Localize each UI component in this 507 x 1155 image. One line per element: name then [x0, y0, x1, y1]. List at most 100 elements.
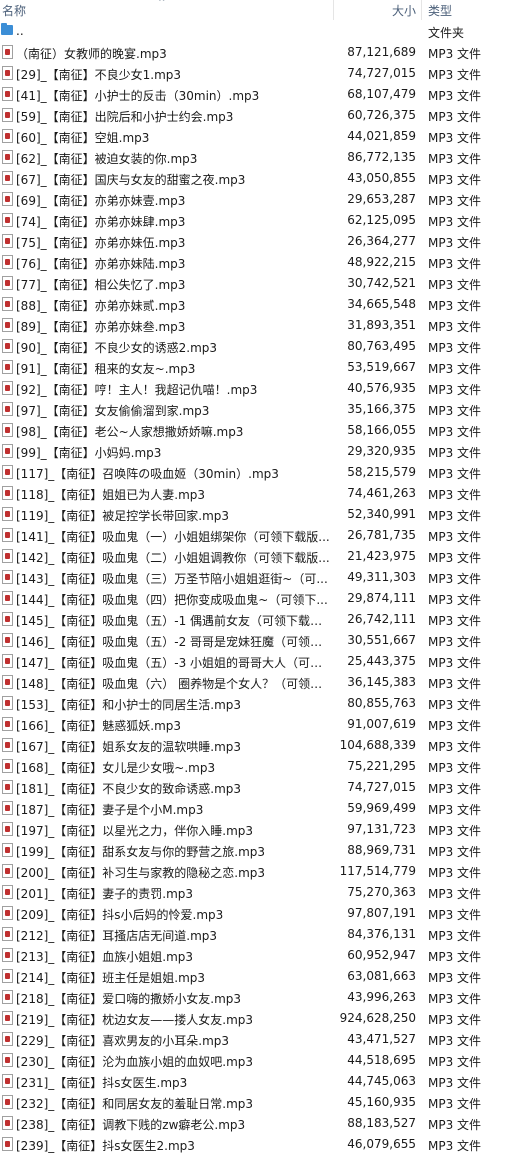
file-row[interactable]: [117]_【南征】召唤阵の吸血姬（30min）.mp3 58,215,579 MP… [0, 462, 507, 483]
file-row[interactable]: [59]_【南征】出院后和小护士约会.mp3 60,726,375 MP3 文件 [0, 105, 507, 126]
file-type: MP3 文件 [428, 698, 482, 712]
file-row[interactable]: [41]_【南征】小护士的反击（30min）.mp3 68,107,479 MP3 … [0, 84, 507, 105]
file-type: MP3 文件 [428, 467, 482, 481]
file-type: MP3 文件 [428, 236, 482, 250]
file-name: [76]_【南征】亦弟亦妹陆.mp3 [16, 257, 186, 271]
file-row[interactable]: [146]_【南征】吸血鬼（五）-2 哥哥是宠妹狂魔（可领下... 30,551,… [0, 630, 507, 651]
file-row[interactable]: [97]_【南征】女友偷偷溜到家.mp3 35,166,375 MP3 文件 [0, 399, 507, 420]
file-row[interactable]: [89]_【南征】亦弟亦妹叁.mp3 31,893,351 MP3 文件 [0, 315, 507, 336]
file-row[interactable]: [69]_【南征】亦弟亦妹壹.mp3 29,653,287 MP3 文件 [0, 189, 507, 210]
mp3-file-icon [2, 87, 13, 101]
file-row[interactable]: [212]_【南征】耳搔店店无间道.mp3 84,376,131 MP3 文件 [0, 924, 507, 945]
file-row[interactable]: [181]_【南征】不良少女的致命诱惑.mp3 74,727,015 MP3 文件 [0, 777, 507, 798]
file-row[interactable]: [148]_【南征】吸血鬼（六） 圈养物是个女人？（可领下... 36,145,3… [0, 672, 507, 693]
file-size: 74,461,263 [347, 486, 416, 500]
mp3-file-icon [2, 423, 13, 437]
mp3-file-icon [2, 108, 13, 122]
file-row[interactable]: [144]_【南征】吸血鬼（四）把你变成吸血鬼~（可领下... 29,874,11… [0, 588, 507, 609]
file-name: [29]_【南征】不良少女1.mp3 [16, 68, 182, 82]
file-row[interactable]: [229]_【南征】喜欢男友的小耳朵.mp3 43,471,527 MP3 文件 [0, 1029, 507, 1050]
file-size: 29,653,287 [347, 192, 416, 206]
file-row[interactable]: [231]_【南征】抖s女医生.mp3 44,745,063 MP3 文件 [0, 1071, 507, 1092]
file-row[interactable]: [60]_【南征】空姐.mp3 44,021,859 MP3 文件 [0, 126, 507, 147]
file-name: [118]_【南征】姐姐已为人妻.mp3 [16, 488, 206, 502]
file-type: MP3 文件 [428, 131, 482, 145]
file-row[interactable]: [98]_【南征】老公~人家想撒娇娇嘛.mp3 58,166,055 MP3 文件 [0, 420, 507, 441]
file-row[interactable]: [232]_【南征】和同居女友的羞耻日常.mp3 45,160,935 MP3 文件 [0, 1092, 507, 1113]
file-size: 84,376,131 [347, 927, 416, 941]
mp3-file-icon [2, 360, 13, 374]
file-row[interactable]: [166]_【南征】魅惑狐妖.mp3 91,007,619 MP3 文件 [0, 714, 507, 735]
file-size: 88,183,527 [347, 1116, 416, 1130]
file-name: [90]_【南征】不良少女的诱惑2.mp3 [16, 341, 218, 355]
mp3-file-icon [2, 570, 13, 584]
file-row[interactable]: [99]_【南征】小妈妈.mp3 29,320,935 MP3 文件 [0, 441, 507, 462]
file-row[interactable]: [77]_【南征】相公失忆了.mp3 30,742,521 MP3 文件 [0, 273, 507, 294]
column-header-name[interactable]: 名称 [2, 2, 26, 19]
mp3-file-icon [2, 381, 13, 395]
file-type: MP3 文件 [428, 257, 482, 271]
file-size: 58,166,055 [347, 423, 416, 437]
file-row[interactable]: [141]_【南征】吸血鬼（一）小姐姐绑架你（可领下载版... 26,781,73… [0, 525, 507, 546]
parent-folder-row[interactable]: .. 文件夹 [0, 21, 507, 42]
file-row[interactable]: [75]_【南征】亦弟亦妹伍.mp3 26,364,277 MP3 文件 [0, 231, 507, 252]
file-row[interactable]: [238]_【南征】调教下贱的zw癖老公.mp3 88,183,527 MP3 文件 [0, 1113, 507, 1134]
mp3-file-icon [2, 612, 13, 626]
file-name: [209]_【南征】抖s小后妈的怜爱.mp3 [16, 908, 224, 922]
file-row[interactable]: [145]_【南征】吸血鬼（五）-1 偶遇前女友（可领下载版... 26,742,… [0, 609, 507, 630]
column-header-size[interactable]: 大小 [392, 2, 416, 19]
file-name: [214]_【南征】班主任是姐姐.mp3 [16, 971, 206, 985]
file-row[interactable]: [118]_【南征】姐姐已为人妻.mp3 74,461,263 MP3 文件 [0, 483, 507, 504]
file-row[interactable]: [29]_【南征】不良少女1.mp3 74,727,015 MP3 文件 [0, 63, 507, 84]
file-row[interactable]: [153]_【南征】和小护士的同居生活.mp3 80,855,763 MP3 文件 [0, 693, 507, 714]
mp3-file-icon [2, 234, 13, 248]
file-type: MP3 文件 [428, 761, 482, 775]
mp3-file-icon [2, 171, 13, 185]
file-row[interactable]: [74]_【南征】亦弟亦妹肆.mp3 62,125,095 MP3 文件 [0, 210, 507, 231]
file-row[interactable]: [67]_【南征】国庆与女友的甜蜜之夜.mp3 43,050,855 MP3 文件 [0, 168, 507, 189]
file-type: MP3 文件 [428, 803, 482, 817]
column-header-bar: 名称 ^ 大小 类型 [0, 0, 507, 20]
file-row[interactable]: [91]_【南征】租来的女友~.mp3 53,519,667 MP3 文件 [0, 357, 507, 378]
file-name: [67]_【南征】国庆与女友的甜蜜之夜.mp3 [16, 173, 246, 187]
file-type: MP3 文件 [428, 194, 482, 208]
file-row[interactable]: [92]_【南征】哼！主人！我超记仇喵！.mp3 40,576,935 MP3 文件 [0, 378, 507, 399]
file-type: MP3 文件 [428, 404, 482, 418]
file-row[interactable]: [142]_【南征】吸血鬼（二）小姐姐调教你（可领下载版... 21,423,97… [0, 546, 507, 567]
column-header-type[interactable]: 类型 [428, 2, 452, 19]
file-type: MP3 文件 [428, 1055, 482, 1069]
file-row[interactable]: [143]_【南征】吸血鬼（三）万圣节陪小姐姐逛街~（可... 49,311,30… [0, 567, 507, 588]
file-row[interactable]: [88]_【南征】亦弟亦妹贰.mp3 34,665,548 MP3 文件 [0, 294, 507, 315]
file-row[interactable]: [62]_【南征】被迫女装的你.mp3 86,772,135 MP3 文件 [0, 147, 507, 168]
column-divider[interactable] [333, 0, 334, 20]
file-row[interactable]: [200]_【南征】补习生与家教的隐秘之恋.mp3 117,514,779 MP3 … [0, 861, 507, 882]
file-row[interactable]: [187]_【南征】妻子是个小M.mp3 59,969,499 MP3 文件 [0, 798, 507, 819]
file-row[interactable]: [90]_【南征】不良少女的诱惑2.mp3 80,763,495 MP3 文件 [0, 336, 507, 357]
file-row[interactable]: [219]_【南征】枕边女友——搂人女友.mp3 924,628,250 MP3 文… [0, 1008, 507, 1029]
file-row[interactable]: [239]_【南征】抖s女医生2.mp3 46,079,655 MP3 文件 [0, 1134, 507, 1155]
file-name: [98]_【南征】老公~人家想撒娇娇嘛.mp3 [16, 425, 244, 439]
file-row[interactable]: [213]_【南征】血族小姐姐.mp3 60,952,947 MP3 文件 [0, 945, 507, 966]
file-row[interactable]: [199]_【南征】甜系女友与你的野营之旅.mp3 88,969,731 MP3 文… [0, 840, 507, 861]
file-row[interactable]: [147]_【南征】吸血鬼（五）-3 小姐姐的哥哥大人（可领... 25,443,… [0, 651, 507, 672]
file-row[interactable]: [209]_【南征】抖s小后妈的怜爱.mp3 97,807,191 MP3 文件 [0, 903, 507, 924]
column-divider[interactable] [421, 0, 422, 20]
file-row[interactable]: [230]_【南征】沦为血族小姐的血奴吧.mp3 44,518,695 MP3 文件 [0, 1050, 507, 1071]
file-row[interactable]: （南征）女教师的晚宴.mp3 87,121,689 MP3 文件 [0, 42, 507, 63]
file-row[interactable]: [76]_【南征】亦弟亦妹陆.mp3 48,922,215 MP3 文件 [0, 252, 507, 273]
mp3-file-icon [2, 696, 13, 710]
file-name: [41]_【南征】小护士的反击（30min）.mp3 [16, 89, 260, 103]
file-type: MP3 文件 [428, 1034, 482, 1048]
file-type: 文件夹 [428, 26, 465, 40]
file-row[interactable]: [168]_【南征】女儿是少女哦~.mp3 75,221,295 MP3 文件 [0, 756, 507, 777]
file-size: 52,340,991 [347, 507, 416, 521]
file-row[interactable]: [218]_【南征】爱口嗨的撒娇小女友.mp3 43,996,263 MP3 文件 [0, 987, 507, 1008]
file-type: MP3 文件 [428, 215, 482, 229]
file-row[interactable]: [167]_【南征】姐系女友的温软哄睡.mp3 104,688,339 MP3 文件 [0, 735, 507, 756]
file-row[interactable]: [201]_【南征】妻子的责罚.mp3 75,270,363 MP3 文件 [0, 882, 507, 903]
file-row[interactable]: [197]_【南征】以星光之力，伴你入睡.mp3 97,131,723 MP3 文件 [0, 819, 507, 840]
file-row[interactable]: [119]_【南征】被足控学长带回家.mp3 52,340,991 MP3 文件 [0, 504, 507, 525]
mp3-file-icon [2, 969, 13, 983]
file-size: 48,922,215 [347, 255, 416, 269]
file-row[interactable]: [214]_【南征】班主任是姐姐.mp3 63,081,663 MP3 文件 [0, 966, 507, 987]
